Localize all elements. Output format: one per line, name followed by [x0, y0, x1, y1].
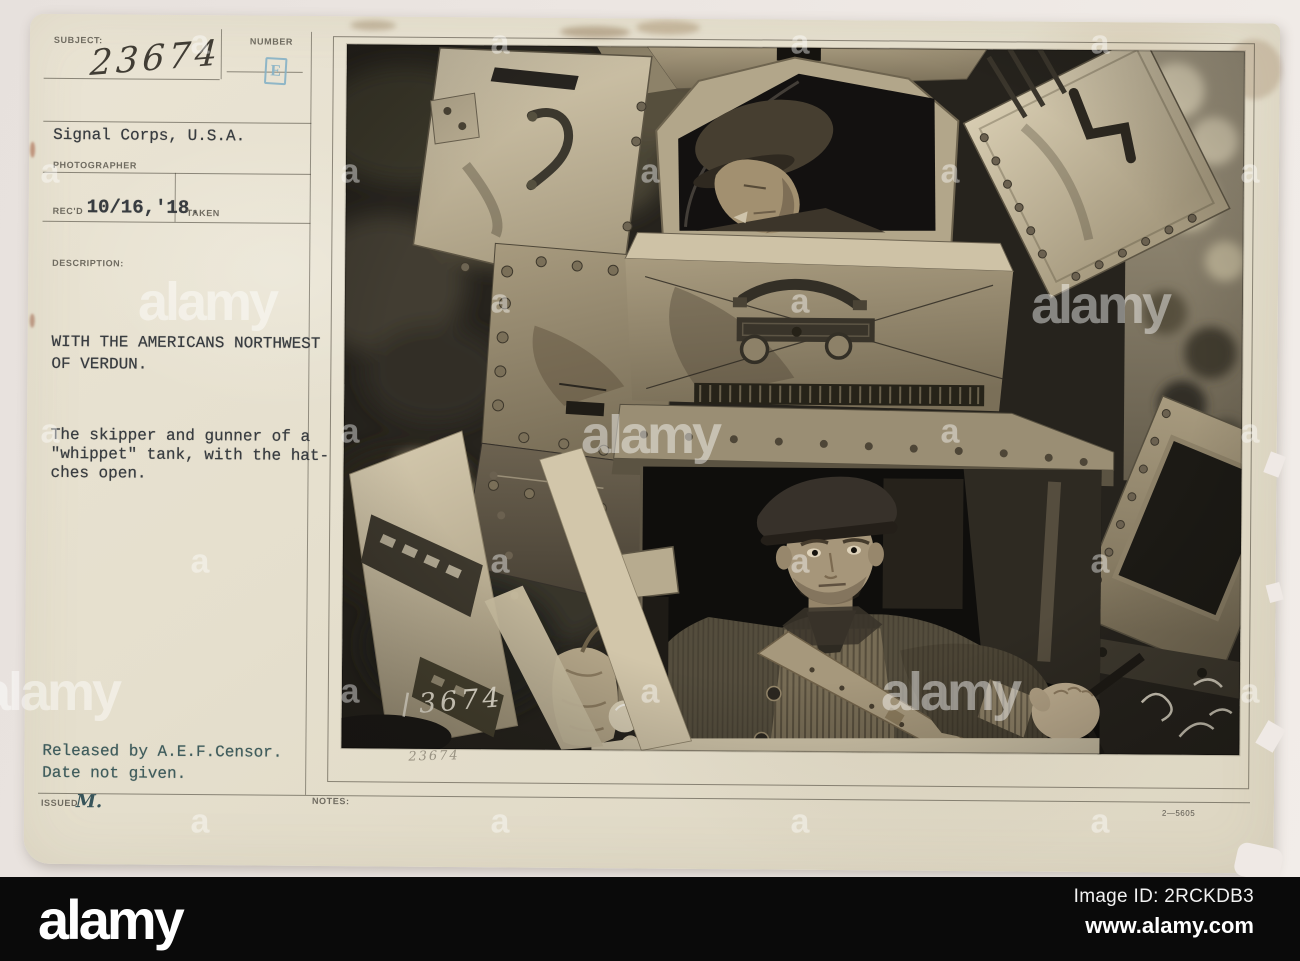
alamy-website-text: www.alamy.com [1085, 913, 1254, 938]
description-line-2: OF VERDUN. [51, 354, 148, 374]
subject-value-handwritten: 23674 [88, 33, 223, 85]
issued-label: ISSUED [40, 797, 79, 809]
card-stain [636, 20, 701, 35]
photo-number-pencil: 23674 [408, 748, 460, 765]
card-stain [559, 25, 631, 39]
caption-line-3: ches open. [50, 463, 147, 483]
received-label: REC'D [52, 205, 84, 217]
caption-line-2: "whippet" tank, with the hat- [50, 444, 330, 466]
release-line-1: Released by A.E.F.Censor. [42, 741, 283, 762]
photographer-label: PHOTOGRAPHER [52, 159, 138, 171]
rule-under-recd [42, 220, 311, 224]
number-stamp: E [263, 56, 288, 86]
rule-above-issued [38, 792, 1251, 804]
caption-line-1: The skipper and gunner of a [50, 425, 311, 446]
card-stain [30, 141, 36, 158]
release-line-2: Date not given. [42, 763, 187, 783]
alamy-footer: alamy Image ID: 2RCKDB3 www.alamy.com [0, 877, 1300, 961]
tank-photograph: 3674 [305, 29, 1300, 759]
card-stain [29, 313, 35, 328]
description-line-1: WITH THE AMERICANS NORTHWEST [51, 332, 321, 353]
tank-photo-scene: 3674 [305, 29, 1300, 759]
rule-column-divider [305, 31, 313, 795]
card-stain [350, 20, 397, 31]
description-label: DESCRIPTION: [52, 257, 124, 269]
image-id-text: Image ID: 2RCKDB3 [1073, 886, 1254, 907]
card-torn-edge [1255, 720, 1286, 753]
alamy-logo: alamy [38, 887, 185, 951]
notes-label: NOTES: [311, 795, 350, 807]
card-torn-edge [1265, 582, 1284, 603]
photo-vignette [341, 44, 1245, 756]
rule-under-photographer [42, 171, 311, 175]
taken-label: TAKEN [186, 207, 220, 219]
received-date: 10/16,'18. [86, 196, 201, 220]
agency-line: Signal Corps, U.S.A. [53, 125, 246, 146]
archive-card: SUBJECT: 23674 NUMBER E Signal Corps, U.… [23, 13, 1300, 884]
stock-photo-page: SUBJECT: 23674 NUMBER E Signal Corps, U.… [0, 0, 1300, 961]
print-code: 2—5605 [1161, 808, 1196, 818]
number-label: NUMBER [249, 36, 294, 47]
card-torn-edge [1263, 451, 1286, 478]
issued-value-handwritten: M. [75, 791, 103, 813]
